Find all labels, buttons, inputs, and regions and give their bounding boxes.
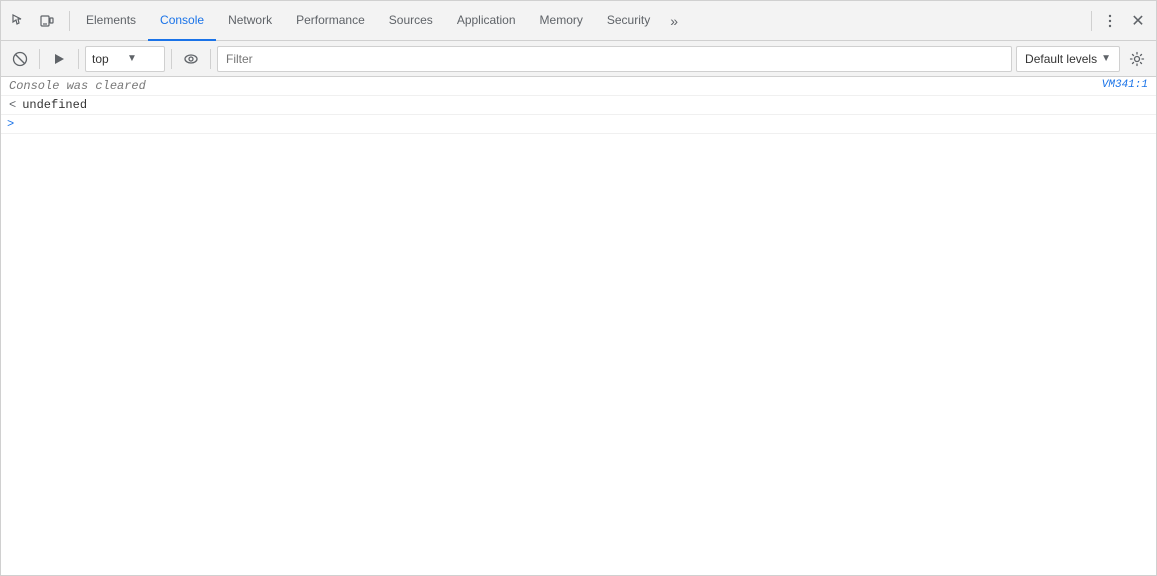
- device-toggle-button[interactable]: [33, 5, 61, 37]
- console-divider-4: [210, 49, 211, 69]
- levels-arrow-icon: ▼: [1101, 53, 1111, 64]
- expand-arrow-icon[interactable]: >: [7, 117, 14, 131]
- console-undefined-row: < undefined: [1, 96, 1156, 115]
- toolbar-icon-group: [5, 5, 61, 37]
- more-tabs-button[interactable]: »: [662, 1, 686, 41]
- console-arrow-row[interactable]: >: [1, 115, 1156, 134]
- undefined-prefix: <: [9, 98, 16, 112]
- console-output: Console was cleared VM341:1 < undefined …: [1, 77, 1156, 575]
- toolbar-divider-1: [69, 11, 70, 31]
- console-divider-2: [78, 49, 79, 69]
- console-divider-3: [171, 49, 172, 69]
- nav-tabs: Elements Console Network Performance Sou…: [74, 1, 686, 41]
- tab-console[interactable]: Console: [148, 1, 216, 41]
- tab-sources[interactable]: Sources: [377, 1, 445, 41]
- devtools-panel: Elements Console Network Performance Sou…: [0, 0, 1157, 576]
- tab-security[interactable]: Security: [595, 1, 662, 41]
- clear-console-button[interactable]: [7, 46, 33, 72]
- close-devtools-button[interactable]: ✕: [1124, 5, 1152, 37]
- console-settings-button[interactable]: [1124, 46, 1150, 72]
- context-selector[interactable]: top ▼: [85, 46, 165, 72]
- devtools-menu-button[interactable]: [1096, 5, 1124, 37]
- tab-memory[interactable]: Memory: [528, 1, 595, 41]
- log-levels-button[interactable]: Default levels ▼: [1016, 46, 1120, 72]
- tab-network[interactable]: Network: [216, 1, 284, 41]
- top-toolbar: Elements Console Network Performance Sou…: [1, 1, 1156, 41]
- filter-input[interactable]: [217, 46, 1012, 72]
- console-cleared-link[interactable]: VM341:1: [1102, 79, 1148, 91]
- console-divider-1: [39, 49, 40, 69]
- console-cleared-message: Console was cleared: [9, 79, 146, 93]
- live-expressions-button[interactable]: [178, 46, 204, 72]
- undefined-value: undefined: [22, 98, 87, 112]
- tab-application[interactable]: Application: [445, 1, 528, 41]
- run-script-button[interactable]: [46, 46, 72, 72]
- inspect-element-button[interactable]: [5, 5, 33, 37]
- tab-performance[interactable]: Performance: [284, 1, 377, 41]
- toolbar-divider-2: [1091, 11, 1092, 31]
- context-arrow-icon: ▼: [127, 53, 158, 64]
- console-content-area: Console was cleared VM341:1 < undefined …: [1, 77, 1156, 575]
- console-toolbar: top ▼ Default levels ▼: [1, 41, 1156, 77]
- console-cleared-row: Console was cleared VM341:1: [1, 77, 1156, 96]
- tab-elements[interactable]: Elements: [74, 1, 148, 41]
